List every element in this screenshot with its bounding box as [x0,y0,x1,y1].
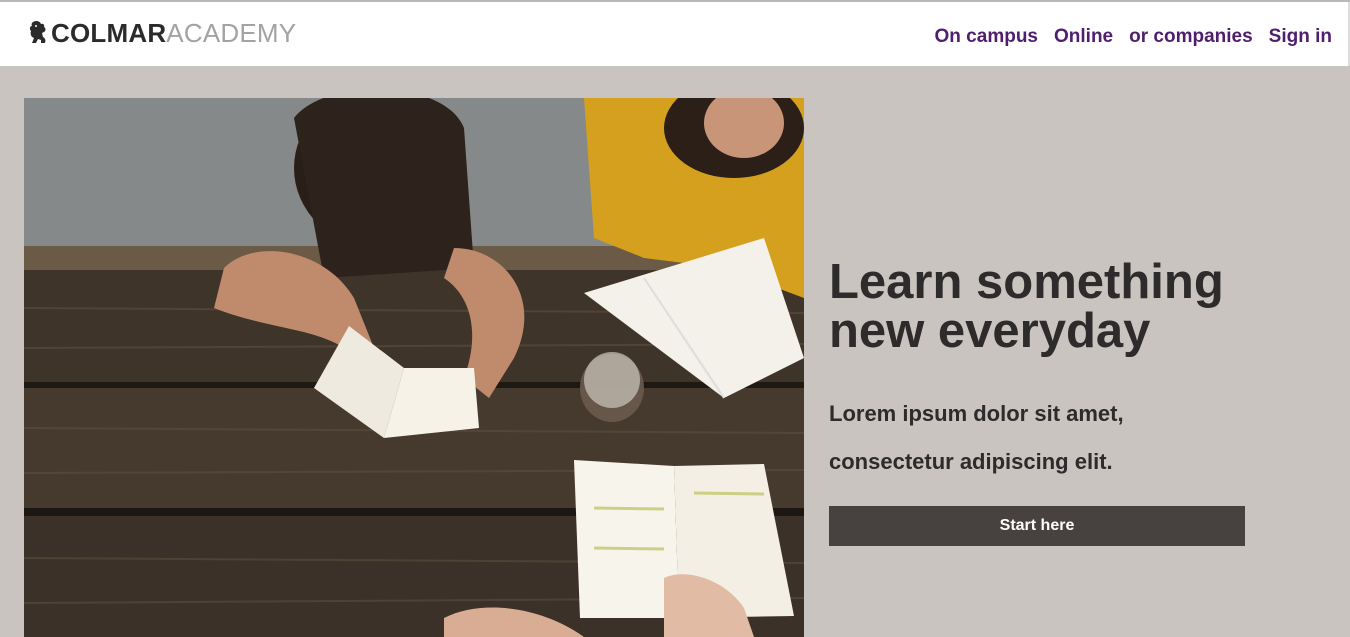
hero-subtext: Lorem ipsum dolor sit amet, consectetur … [829,390,1249,486]
nav-online[interactable]: Online [1054,26,1113,48]
logo-text-academy: ACADEMY [166,17,297,48]
nav-sign-in[interactable]: Sign in [1269,26,1332,48]
hero-subtext-line-2: consectetur adipiscing elit. [829,449,1113,474]
hero-subtext-line-1: Lorem ipsum dolor sit amet, [829,401,1124,426]
logo-text-colmar: COLMAR [51,17,167,48]
lion-icon [29,20,46,43]
site-logo[interactable]: COLMAR ACADEMY [27,18,296,48]
main-nav: On campus Online or companies Sign in [935,26,1332,48]
site-header: COLMAR ACADEMY On campus Online or compan… [0,2,1350,66]
start-here-button[interactable]: Start here [829,506,1245,546]
hero-image [24,98,804,637]
students-studying-photo [24,98,804,637]
nav-on-campus[interactable]: On campus [935,26,1038,48]
nav-for-companies[interactable]: or companies [1129,26,1253,48]
hero-title: Learn something new everyday [829,255,1224,358]
